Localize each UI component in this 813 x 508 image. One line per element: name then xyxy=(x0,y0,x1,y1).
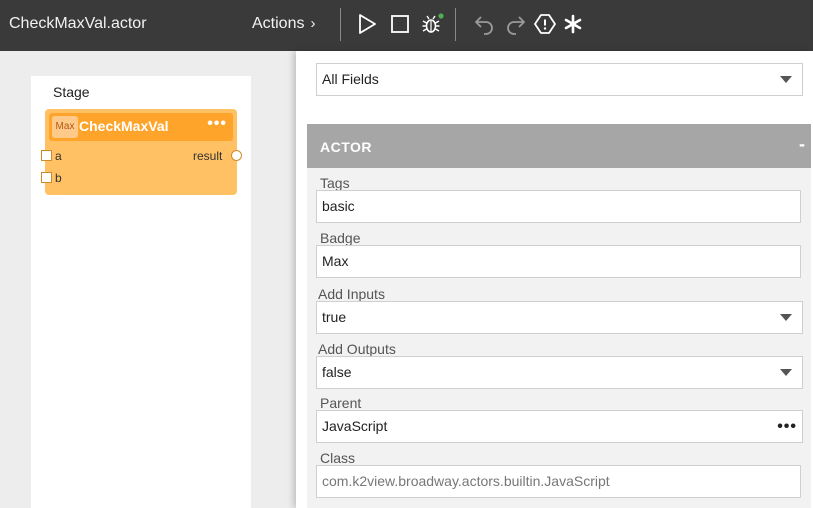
badge-input[interactable]: Max xyxy=(316,245,801,278)
actions-label: Actions xyxy=(252,15,305,32)
undo-icon[interactable] xyxy=(472,12,496,36)
actor-menu-button[interactable]: ••• xyxy=(207,115,227,133)
collapse-icon[interactable]: - xyxy=(799,134,805,155)
chevron-down-icon xyxy=(780,76,792,83)
debug-status-dot xyxy=(438,13,444,19)
output-port-result[interactable] xyxy=(231,150,242,161)
fields-filter-select[interactable]: All Fields xyxy=(316,63,803,96)
output-port-label: result xyxy=(193,149,223,163)
more-options-icon[interactable]: ••• xyxy=(777,411,797,442)
chevron-down-icon xyxy=(780,369,792,376)
badge-value: Max xyxy=(322,253,349,269)
add-outputs-value: false xyxy=(322,364,352,380)
add-outputs-label: Add Outputs xyxy=(318,341,396,357)
actor-node[interactable]: Max CheckMaxVal ••• a b result xyxy=(41,109,242,195)
fields-filter-value: All Fields xyxy=(322,71,379,87)
play-icon[interactable] xyxy=(355,12,379,36)
stop-icon[interactable] xyxy=(388,12,412,36)
stage-label: Stage xyxy=(53,84,90,100)
class-label: Class xyxy=(320,450,356,466)
chevron-down-icon xyxy=(780,314,792,321)
input-port-b[interactable] xyxy=(41,172,52,183)
actions-menu-button[interactable]: Actions › xyxy=(252,15,315,33)
toolbar-divider xyxy=(340,8,341,41)
chevron-right-icon: › xyxy=(310,15,316,32)
tags-input[interactable]: basic xyxy=(316,190,801,223)
badge-label: Badge xyxy=(320,230,361,246)
add-outputs-select[interactable]: false xyxy=(316,356,803,389)
add-inputs-value: true xyxy=(322,309,347,325)
actor-name: CheckMaxVal xyxy=(79,118,169,134)
add-inputs-label: Add Inputs xyxy=(318,286,385,302)
parent-input[interactable]: JavaScript ••• xyxy=(316,410,803,443)
redo-icon[interactable] xyxy=(504,12,528,36)
actor-badge: Max xyxy=(52,116,78,138)
tags-label: Tags xyxy=(320,175,350,191)
actor-node-header[interactable]: Max CheckMaxVal ••• xyxy=(49,113,233,141)
input-port-a[interactable] xyxy=(41,150,52,161)
input-port-label: b xyxy=(55,171,62,185)
parent-label: Parent xyxy=(320,395,362,411)
file-title: CheckMaxVal.actor xyxy=(9,15,147,32)
top-toolbar: CheckMaxVal.actor Actions › xyxy=(0,0,813,51)
add-inputs-select[interactable]: true xyxy=(316,301,803,334)
class-input[interactable]: com.k2view.broadway.actors.builtin.JavaS… xyxy=(316,465,801,498)
actor-section-header[interactable]: ACTOR - xyxy=(307,124,811,168)
tags-value: basic xyxy=(322,198,355,214)
stage-panel[interactable]: Stage Max CheckMaxVal ••• a b result xyxy=(31,76,251,508)
properties-panel: All Fields ACTOR - Tags basic Badge Max … xyxy=(296,51,813,508)
validate-icon[interactable] xyxy=(533,12,557,36)
input-port-label: a xyxy=(55,149,62,163)
section-title: ACTOR xyxy=(320,139,373,155)
asterisk-icon[interactable] xyxy=(561,12,585,36)
debug-bug-icon[interactable] xyxy=(420,12,444,36)
parent-value: JavaScript xyxy=(322,418,388,434)
class-value: com.k2view.broadway.actors.builtin.JavaS… xyxy=(322,473,610,489)
toolbar-divider xyxy=(455,8,456,41)
